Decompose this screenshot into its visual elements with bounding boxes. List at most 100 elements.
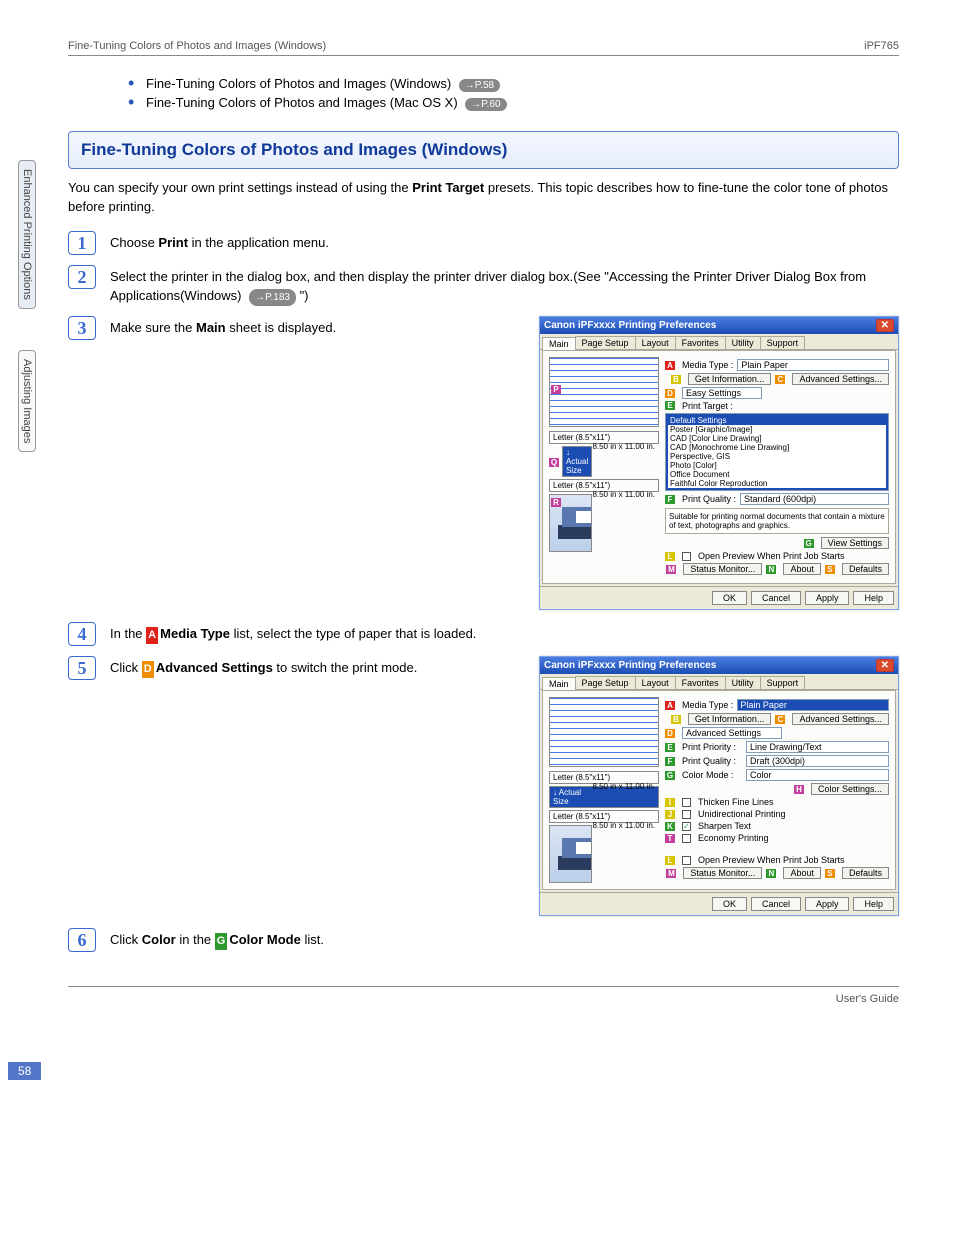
get-information-button[interactable]: Get Information... (688, 373, 772, 385)
color-mode-select[interactable]: Color (746, 769, 889, 781)
pageref-1: →P.58 (459, 79, 500, 92)
preview-thumb (549, 357, 659, 427)
label-i2: I (665, 798, 675, 807)
color-settings-button[interactable]: Color Settings... (811, 783, 889, 795)
label-b: B (671, 375, 681, 384)
topic-link-1[interactable]: Fine-Tuning Colors of Photos and Images … (128, 76, 899, 92)
size-1b: Letter (8.5"x11")8.50 in x 11.00 in. (549, 771, 659, 784)
label-h2: H (794, 785, 804, 794)
label-p: P (551, 385, 561, 394)
size-2b: Letter (8.5"x11")8.50 in x 11.00 in. (549, 810, 659, 823)
pageref-2: →P.60 (465, 98, 506, 111)
size-1: Letter (8.5"x11")8.50 in x 11.00 in. (549, 431, 659, 444)
ok-button-2[interactable]: OK (712, 897, 747, 911)
advanced-settings-button-2[interactable]: Advanced Settings... (792, 713, 889, 725)
uni-checkbox[interactable] (682, 810, 691, 819)
dialog-titlebar-2: Canon iPFxxxx Printing Preferences ✕ (540, 657, 898, 674)
label-s2: S (825, 869, 835, 878)
step-1: 1 Choose Print in the application menu. (68, 231, 899, 255)
print-target-list[interactable]: Default Settings Poster [Graphic/Image] … (665, 413, 889, 491)
tab-main-2[interactable]: Main (542, 677, 576, 690)
about-button-2[interactable]: About (783, 867, 821, 879)
apply-button[interactable]: Apply (805, 591, 850, 605)
label-t2: T (665, 834, 675, 843)
topic-link-2[interactable]: Fine-Tuning Colors of Photos and Images … (128, 95, 899, 111)
economy-checkbox[interactable] (682, 834, 691, 843)
cancel-button-2[interactable]: Cancel (751, 897, 801, 911)
label-n: N (766, 565, 776, 574)
label-c2: C (775, 715, 785, 724)
tab-favorites[interactable]: Favorites (675, 336, 726, 349)
thicken-checkbox[interactable] (682, 798, 691, 807)
apply-button-2[interactable]: Apply (805, 897, 850, 911)
label-s: S (825, 565, 835, 574)
easy-settings-select[interactable]: Easy Settings (682, 387, 762, 399)
tab-favorites-2[interactable]: Favorites (675, 676, 726, 689)
print-priority-select[interactable]: Line Drawing/Text (746, 741, 889, 753)
tab-utility-2[interactable]: Utility (725, 676, 761, 689)
advanced-settings-select[interactable]: Advanced Settings (682, 727, 782, 739)
label-m: M (666, 565, 676, 574)
ok-button[interactable]: OK (712, 591, 747, 605)
open-preview-checkbox-2[interactable] (682, 856, 691, 865)
step-num-2: 2 (68, 265, 96, 289)
actual-size: ↓ Actual Size (562, 446, 592, 477)
label-j2: J (665, 810, 675, 819)
step-5: 5 Click DAdvanced Settings to switch the… (68, 656, 467, 680)
tab-utility[interactable]: Utility (725, 336, 761, 349)
step-num-1: 1 (68, 231, 96, 255)
step-num-5: 5 (68, 656, 96, 680)
sharpen-checkbox[interactable] (682, 822, 691, 831)
dialog-printing-preferences-2: Canon iPFxxxx Printing Preferences ✕ Mai… (539, 656, 899, 916)
close-icon-2[interactable]: ✕ (876, 659, 894, 672)
step-4: 4 In the AMedia Type list, select the ty… (68, 622, 899, 646)
close-icon[interactable]: ✕ (876, 319, 894, 332)
tab-layout[interactable]: Layout (635, 336, 676, 349)
size-2: Letter (8.5"x11")8.50 in x 11.00 in. (549, 479, 659, 492)
step-num-4: 4 (68, 622, 96, 646)
media-type-select-2[interactable]: Plain Paper (737, 699, 889, 711)
help-button[interactable]: Help (853, 591, 894, 605)
help-button-2[interactable]: Help (853, 897, 894, 911)
tab-page-setup-2[interactable]: Page Setup (575, 676, 636, 689)
about-button[interactable]: About (783, 563, 821, 575)
print-quality-select[interactable]: Standard (600dpi) (740, 493, 889, 505)
dialog-tabs-2: Main Page Setup Layout Favorites Utility… (540, 674, 898, 690)
step-3: 3 Make sure the Main sheet is displayed. (68, 316, 467, 340)
label-l2: L (665, 856, 675, 865)
label-c: C (775, 375, 785, 384)
defaults-button[interactable]: Defaults (842, 563, 889, 575)
get-information-button-2[interactable]: Get Information... (688, 713, 772, 725)
dialog-printing-preferences-1: Canon iPFxxxx Printing Preferences ✕ Mai… (539, 316, 899, 610)
tab-layout-2[interactable]: Layout (635, 676, 676, 689)
step-6: 6 Click Color in the GColor Mode list. (68, 928, 899, 952)
tab-page-setup[interactable]: Page Setup (575, 336, 636, 349)
header-left: Fine-Tuning Colors of Photos and Images … (68, 40, 326, 52)
step-2: 2 Select the printer in the dialog box, … (68, 265, 899, 307)
step-5-block: 5 Click DAdvanced Settings to switch the… (68, 656, 899, 916)
letter-a: A (146, 627, 158, 644)
label-d: D (665, 389, 675, 398)
preview-thumb-2 (549, 697, 659, 767)
tab-main[interactable]: Main (542, 337, 576, 350)
print-quality-select-2[interactable]: Draft (300dpi) (746, 755, 889, 767)
tab-support-2[interactable]: Support (760, 676, 806, 689)
status-monitor-button-2[interactable]: Status Monitor... (683, 867, 762, 879)
label-q: Q (549, 458, 559, 467)
topic-link-2-text: Fine-Tuning Colors of Photos and Images … (146, 95, 458, 110)
page-number: 58 (8, 1062, 41, 1080)
media-type-select[interactable]: Plain Paper (737, 359, 889, 371)
topic-links: Fine-Tuning Colors of Photos and Images … (128, 76, 899, 111)
step-num-6: 6 (68, 928, 96, 952)
letter-g: G (215, 933, 228, 950)
advanced-settings-button[interactable]: Advanced Settings... (792, 373, 889, 385)
open-preview-checkbox[interactable] (682, 552, 691, 561)
status-monitor-button[interactable]: Status Monitor... (683, 563, 762, 575)
defaults-button-2[interactable]: Defaults (842, 867, 889, 879)
label-r: R (551, 498, 561, 507)
label-g2: G (665, 771, 675, 780)
cancel-button[interactable]: Cancel (751, 591, 801, 605)
label-k2: K (665, 822, 675, 831)
tab-support[interactable]: Support (760, 336, 806, 349)
view-settings-button[interactable]: View Settings (821, 537, 889, 549)
